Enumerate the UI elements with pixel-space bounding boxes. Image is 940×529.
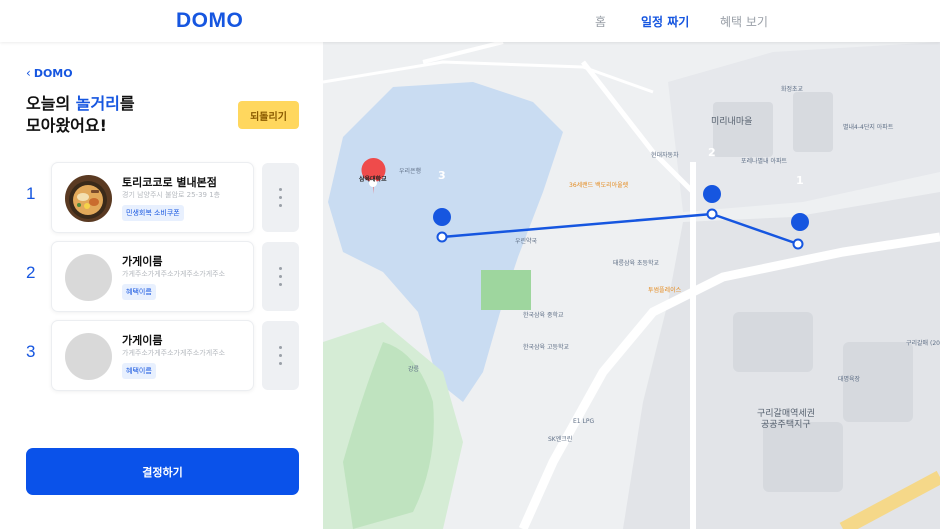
label-district-2: 공공주택지구 bbox=[761, 420, 811, 430]
place-address: 가게주소가게주소가게주소가게주소 bbox=[122, 349, 226, 357]
confirm-button[interactable]: 결정하기 bbox=[26, 448, 299, 495]
place-card[interactable]: 토리코코로 별내본점 경기 남양주시 불암로 25-39 1층 민생회복 소비쿠… bbox=[51, 162, 254, 233]
reset-button[interactable]: 되돌리기 bbox=[238, 101, 299, 129]
marker-1-label[interactable]: 1 bbox=[796, 174, 804, 187]
label-samyuk-elem: 태릉삼육 초등학교 bbox=[613, 260, 660, 267]
nav-home[interactable]: 홈 bbox=[595, 13, 606, 30]
label-lpg: E1 LPG bbox=[573, 418, 595, 425]
route-map[interactable]: 1 2 3 삼육대학교 미리내마을 구리갈매역세권 공공주택지구 우리은행 36… bbox=[323, 42, 940, 529]
label-twosome: 투썸플레이스 bbox=[648, 287, 682, 294]
dot bbox=[279, 354, 282, 357]
label-school-mid: 한국삼육 중학교 bbox=[523, 312, 564, 319]
place-name: 토리코코로 별내본점 bbox=[122, 176, 217, 189]
label-sk: SK엔크린 bbox=[548, 436, 573, 443]
dot bbox=[279, 346, 282, 349]
benefit-badge: 혜택이름 bbox=[122, 284, 156, 300]
label-gangneung: 강릉 bbox=[408, 366, 420, 373]
label-byeollae: 별내4-4단지 아파트 bbox=[843, 124, 894, 131]
nav-plan[interactable]: 일정 짜기 bbox=[641, 13, 689, 30]
benefit-badge: 혜택이름 bbox=[122, 363, 156, 379]
map-canvas bbox=[323, 42, 940, 529]
item-number: 2 bbox=[26, 263, 36, 282]
dot bbox=[279, 196, 282, 199]
more-options-button[interactable] bbox=[262, 163, 299, 232]
label-wooribank2: 우린약국 bbox=[515, 238, 538, 245]
place-name: 가게이름 bbox=[122, 255, 163, 268]
dot bbox=[279, 188, 282, 191]
route-stop bbox=[436, 231, 448, 243]
label-school-high: 한국삼육 고등학교 bbox=[523, 344, 570, 351]
place-name: 가게이름 bbox=[122, 334, 163, 347]
label-guri: 구리갈매 (2028) bbox=[906, 340, 940, 347]
marker-3-label[interactable]: 3 bbox=[438, 169, 446, 182]
sports-field bbox=[481, 270, 531, 310]
label-village: 미리내마을 bbox=[711, 117, 753, 127]
marker-2 bbox=[703, 185, 721, 203]
dot bbox=[279, 204, 282, 207]
place-address: 가게주소가게주소가게주소가게주소 bbox=[122, 270, 226, 278]
title-line2: 모아왔어요! bbox=[26, 116, 107, 135]
building bbox=[793, 92, 833, 152]
page-title: 오늘의 놀거리를 모아왔어요! bbox=[26, 93, 135, 137]
place-card[interactable]: 가게이름 가게주소가게주소가게주소가게주소 혜택이름 bbox=[51, 320, 254, 391]
marker-2-label[interactable]: 2 bbox=[708, 146, 716, 159]
title-suffix: 를 bbox=[119, 94, 135, 113]
domo-logo[interactable]: DOMO bbox=[176, 9, 243, 33]
back-link-label: DOMO bbox=[33, 66, 73, 80]
label-university: 삼육대학교 bbox=[359, 176, 387, 183]
label-bank: 우리은행 bbox=[399, 168, 422, 175]
building bbox=[763, 422, 843, 492]
top-header: DOMO 홈 일정 짜기 혜택 보기 bbox=[0, 0, 940, 42]
label-pharmacy: 36세랜드 백도리아울렛 bbox=[569, 182, 629, 189]
title-prefix: 오늘의 bbox=[26, 94, 76, 113]
building bbox=[713, 102, 773, 157]
dot bbox=[279, 275, 282, 278]
road bbox=[422, 42, 504, 64]
nav-benefit[interactable]: 혜택 보기 bbox=[720, 13, 768, 30]
dot bbox=[279, 267, 282, 270]
more-options-button[interactable] bbox=[262, 321, 299, 390]
back-link[interactable]: ‹ DOMO bbox=[26, 66, 73, 80]
item-number: 3 bbox=[26, 342, 36, 361]
place-address: 경기 남양주시 불암로 25-39 1층 bbox=[122, 191, 221, 199]
route-stop bbox=[706, 208, 718, 220]
label-post: 현대자동차 bbox=[651, 152, 679, 159]
label-hwajeong: 화정초교 bbox=[781, 86, 804, 93]
dot bbox=[279, 362, 282, 365]
item-number: 1 bbox=[26, 184, 36, 203]
place-photo-placeholder bbox=[65, 254, 112, 301]
label-daemyung: 대명육장 bbox=[838, 376, 861, 383]
chevron-left-icon: ‹ bbox=[26, 66, 31, 80]
label-maple: 포레나별내 아파트 bbox=[741, 158, 788, 165]
building bbox=[733, 312, 813, 372]
route-stop bbox=[792, 238, 804, 250]
schedule-panel: ‹ DOMO 오늘의 놀거리를 모아왔어요! 되돌리기 1 토리코코로 별내본점… bbox=[0, 42, 323, 529]
place-card[interactable]: 가게이름 가게주소가게주소가게주소가게주소 혜택이름 bbox=[51, 241, 254, 312]
benefit-badge: 민생회복 소비쿠폰 bbox=[122, 205, 184, 221]
dot bbox=[279, 283, 282, 286]
title-highlight: 놀거리 bbox=[75, 94, 120, 113]
marker-1 bbox=[791, 213, 809, 231]
marker-3 bbox=[433, 208, 451, 226]
more-options-button[interactable] bbox=[262, 242, 299, 311]
place-photo bbox=[65, 175, 112, 222]
place-photo-placeholder bbox=[65, 333, 112, 380]
